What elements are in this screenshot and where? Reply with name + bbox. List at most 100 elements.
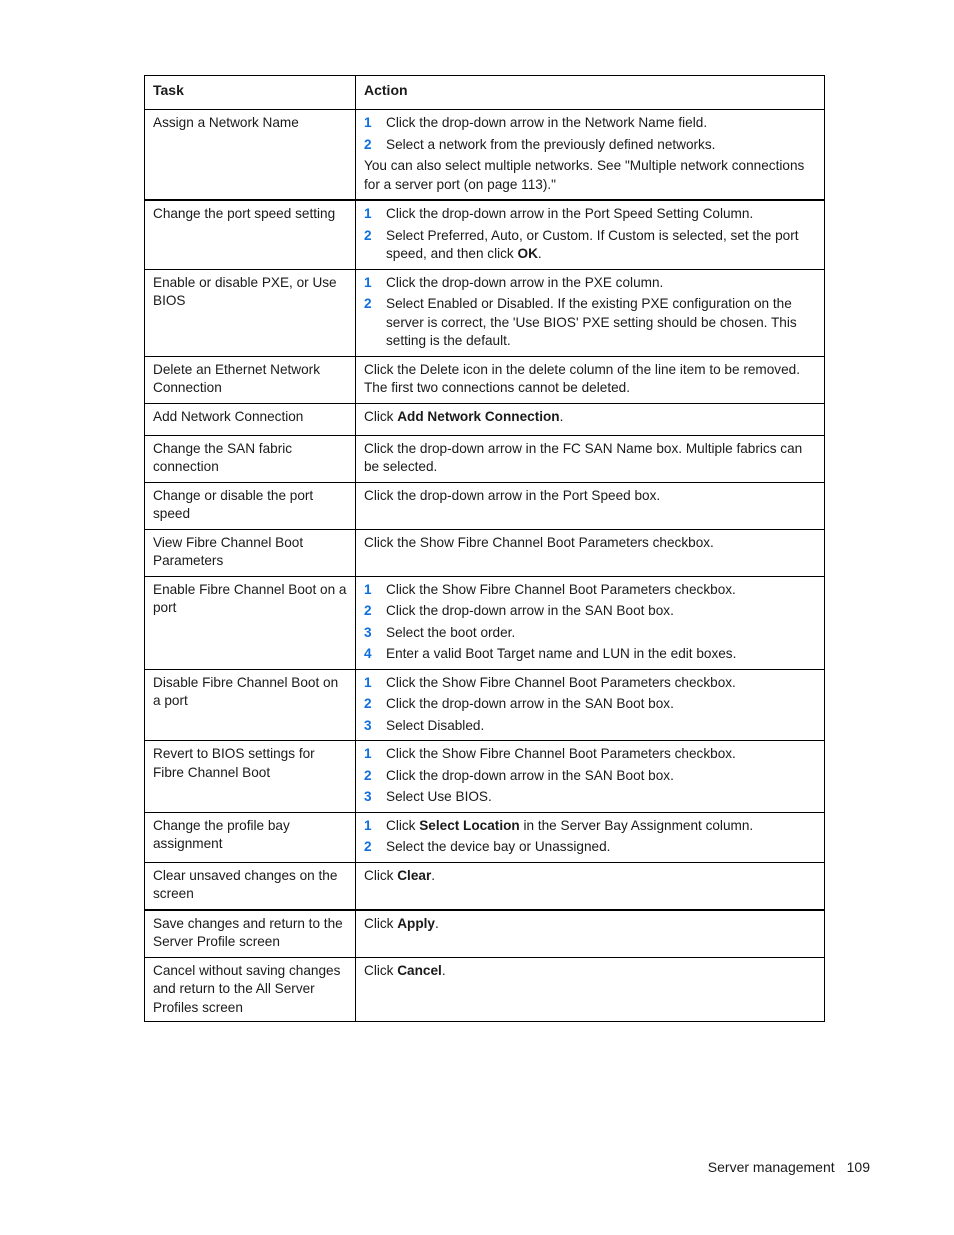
step-number: 1 — [364, 274, 372, 290]
table-row: Delete an Ethernet Network Connection Cl… — [144, 355, 825, 404]
task-cell: Enable or disable PXE, or Use BIOS — [144, 268, 356, 357]
step: 3 Select the boot order. — [364, 624, 816, 643]
table-row: Change the SAN fabric connection Click t… — [144, 434, 825, 483]
action-cell: Click the Delete icon in the delete colu… — [355, 355, 825, 404]
step: 1 Click the Show Fibre Channel Boot Param… — [364, 674, 816, 693]
step-text: Enter a valid Boot Target name and LUN i… — [386, 646, 737, 661]
page-number: 109 — [846, 1159, 870, 1175]
step: 1 Click the Show Fibre Channel Boot Param… — [364, 745, 816, 764]
ui-term: Add Network Connection — [397, 408, 560, 424]
step-text: Select Use BIOS. — [386, 789, 492, 804]
step-text: Select Disabled. — [386, 717, 485, 733]
ui-term: OK — [517, 246, 538, 261]
page-footer: Server management 109 — [708, 1159, 870, 1175]
step-number: 1 — [364, 817, 372, 833]
step-number: 2 — [364, 767, 372, 783]
step-number: 2 — [364, 136, 372, 152]
task-cell: View Fibre Channel Boot Parameters — [144, 528, 356, 577]
step-text: Select the device bay or Unassigned. — [386, 839, 611, 854]
task-cell: Add Network Connection — [144, 402, 356, 436]
step-text: Click the Show Fibre Channel Boot Parame… — [386, 581, 736, 597]
task-cell: Change the profile bay assignment — [144, 811, 356, 863]
table-row: View Fibre Channel Boot Parameters Click… — [144, 528, 825, 577]
step-text: Click the drop-down arrow in the Network… — [386, 115, 708, 130]
step: 1 Click Select Location in the Server Bay… — [364, 817, 816, 836]
step-number: 2 — [364, 696, 372, 711]
step: 2 Select Enabled or Disabled. If the exis… — [364, 295, 816, 351]
step: 1 Click the Show Fibre Channel Boot Param… — [364, 581, 816, 600]
task-cell: Save changes and return to the Server Pr… — [144, 908, 356, 958]
action-cell: Click the drop-down arrow in the Port Sp… — [355, 481, 825, 530]
ui-term: Select Location — [419, 817, 520, 833]
table-row: Enable Fibre Channel Boot on a port 1 Cli… — [144, 575, 825, 670]
action-cell: 1 Click the drop-down arrow in the Port S… — [355, 199, 825, 270]
action-text: Click — [364, 915, 398, 931]
step-number: 3 — [364, 624, 372, 640]
task-cell: Change or disable the port speed — [144, 481, 356, 530]
step-number: 1 — [364, 115, 372, 130]
action-cell: Click the Show Fibre Channel Boot Parame… — [355, 528, 825, 577]
action-cell: Click Add Network Connection. — [355, 402, 825, 436]
ui-term: Clear — [397, 867, 432, 883]
step-text: Click the Show Fibre Channel Boot Parame… — [386, 746, 736, 761]
task-cell: Assign a Network Name — [144, 109, 356, 201]
step-text: Click the drop-down arrow in the Port Sp… — [386, 206, 754, 221]
step: 2 Click the drop-down arrow in the SAN Bo… — [364, 695, 816, 714]
action-text: . — [559, 408, 564, 424]
step-number: 1 — [364, 206, 372, 221]
task-cell: Enable Fibre Channel Boot on a port — [144, 575, 356, 670]
table-row: Disable Fibre Channel Boot on a port 1 Cl… — [144, 668, 825, 741]
step-number: 4 — [364, 646, 372, 661]
table-row: Cancel without saving changes and return… — [144, 956, 825, 1022]
action-cell: 1 Click Select Location in the Server Bay… — [355, 811, 825, 863]
table-row: Revert to BIOS settings for Fibre Channe… — [144, 740, 825, 813]
step-text: Select the boot order. — [386, 624, 516, 640]
ui-term: Apply — [397, 915, 435, 931]
action-text: Click — [364, 962, 398, 978]
step-number: 3 — [364, 789, 372, 804]
action-cell: 1 Click the Show Fibre Channel Boot Param… — [355, 668, 825, 741]
step-text: Select Preferred, Auto, or Custom. If Cu… — [386, 227, 816, 264]
action-text: . — [441, 962, 446, 978]
step: 2 Click the drop-down arrow in the SAN Bo… — [364, 602, 816, 621]
table-row: Add Network Connection Click Add Network… — [144, 402, 825, 436]
action-text: . — [435, 915, 439, 931]
task-cell: Cancel without saving changes and return… — [144, 956, 356, 1022]
table-row: Assign a Network Name 1 Click the drop-do… — [144, 109, 825, 201]
action-cell: Click the drop-down arrow in the FC SAN … — [355, 434, 825, 483]
task-cell: Disable Fibre Channel Boot on a port — [144, 668, 356, 741]
task-cell: Revert to BIOS settings for Fibre Channe… — [144, 740, 356, 813]
step: 3 Select Disabled. — [364, 717, 816, 736]
table-row: Change the port speed setting 1 Click the… — [144, 199, 825, 270]
step: 1 Click the drop-down arrow in the PXE co… — [364, 274, 816, 293]
action-note: You can also select multiple networks. S… — [364, 158, 805, 192]
table-row: Change or disable the port speed Click t… — [144, 481, 825, 530]
step-text: Click the drop-down arrow in the SAN Boo… — [386, 603, 674, 618]
step: 1 Click the drop-down arrow in the Networ… — [364, 114, 816, 133]
action-text: . — [431, 867, 436, 883]
step-number: 3 — [364, 717, 372, 733]
step-number: 2 — [364, 296, 372, 311]
step: 2 Select Preferred, Auto, or Custom. If C… — [364, 227, 816, 264]
step-number: 1 — [364, 674, 372, 690]
step-text: Click Select Location in the Server Bay … — [386, 817, 816, 836]
step-text-part: in the Server Bay Assignment column. — [519, 817, 754, 833]
step-text: Click the drop-down arrow in the SAN Boo… — [386, 767, 674, 783]
task-cell: Delete an Ethernet Network Connection — [144, 355, 356, 404]
task-action-table: Task Action Assign a Network Name 1 Click… — [144, 75, 825, 1022]
table-row: Clear unsaved changes on the screen Clic… — [144, 861, 825, 910]
step-text-part: Click — [386, 817, 420, 833]
step-text: Select Enabled or Disabled. If the exist… — [386, 296, 797, 348]
header-action: Action — [355, 75, 825, 110]
step: 4 Enter a valid Boot Target name and LUN … — [364, 645, 816, 664]
step: 2 Select the device bay or Unassigned. — [364, 838, 816, 857]
step: 1 Click the drop-down arrow in the Port S… — [364, 205, 816, 224]
action-text: Click — [364, 408, 398, 424]
action-cell: Click Clear. — [355, 861, 825, 910]
action-cell: Click Cancel. — [355, 956, 825, 1022]
action-cell: 1 Click the drop-down arrow in the PXE co… — [355, 268, 825, 357]
step-number: 2 — [364, 603, 372, 618]
action-cell: 1 Click the drop-down arrow in the Networ… — [355, 109, 825, 201]
footer-section-title: Server management — [707, 1159, 835, 1175]
table-row: Change the profile bay assignment 1 Click… — [144, 811, 825, 863]
